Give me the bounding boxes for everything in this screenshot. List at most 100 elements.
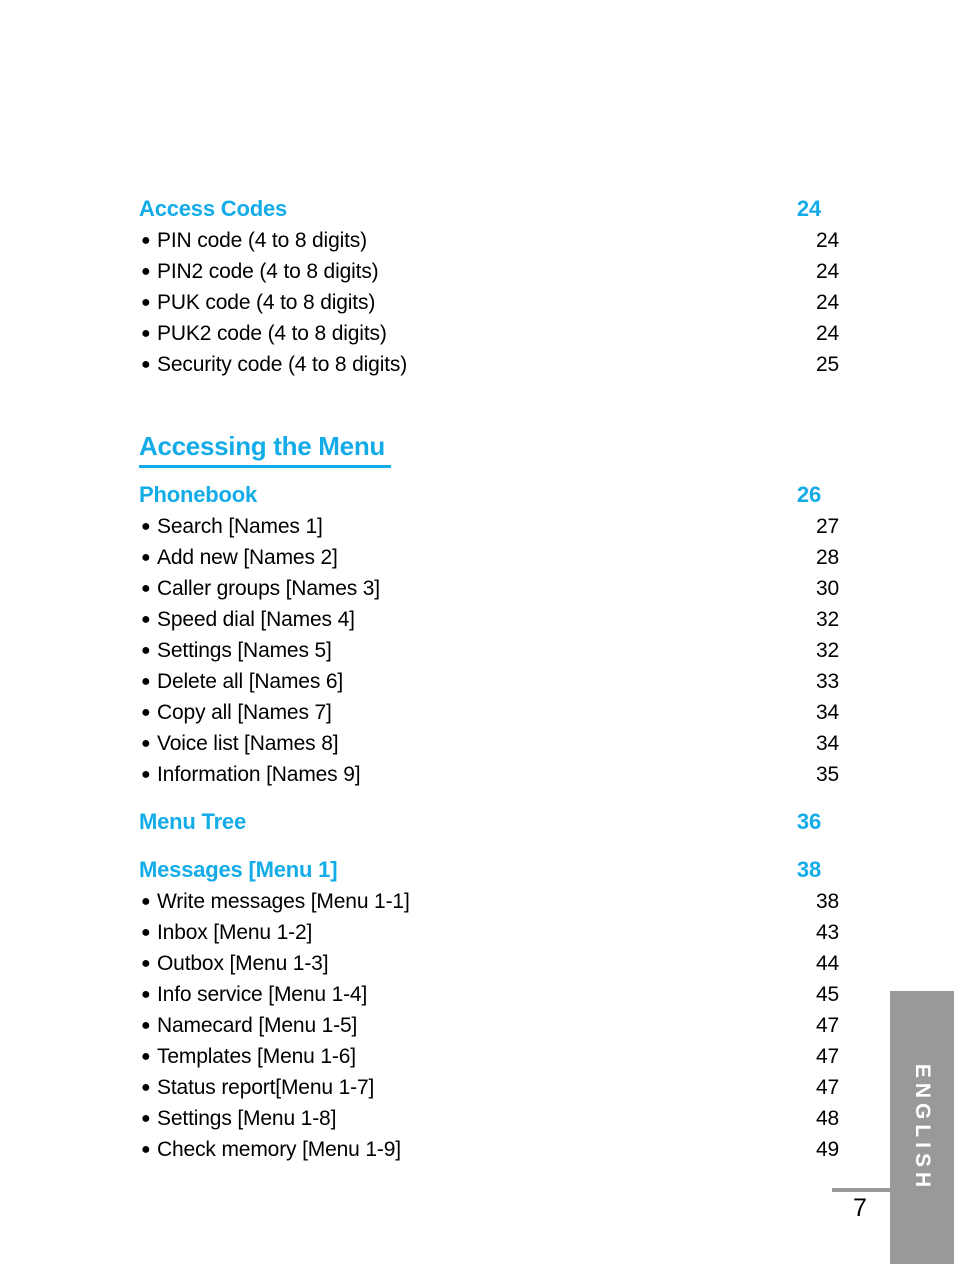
- toc-item-page: 27: [815, 515, 839, 538]
- toc-chapter-title: Phonebook: [139, 482, 257, 507]
- bullet-icon: ●: [141, 673, 151, 690]
- toc-item-label: Settings [Names 5]: [157, 639, 332, 662]
- toc-item-row[interactable]: ● Copy all [Names 7] 34: [139, 701, 839, 725]
- toc-item-row[interactable]: ● Check memory [Menu 1-9] 49: [139, 1138, 839, 1162]
- toc-item-row[interactable]: ● Delete all [Names 6] 33: [139, 670, 839, 694]
- toc-group: Access Codes 24 ● PIN code (4 to 8 digits) 2…: [139, 196, 839, 377]
- toc-group: Phonebook 26 ● Search [Names 1] 27 ● Add new […: [139, 482, 839, 787]
- bullet-icon: ●: [141, 580, 151, 597]
- bullet-icon: ●: [141, 924, 151, 941]
- toc-item-label: PUK code (4 to 8 digits): [157, 291, 376, 314]
- toc-item-label: Caller groups [Names 3]: [157, 577, 380, 600]
- bullet-icon: ●: [141, 766, 151, 783]
- toc-item-row[interactable]: ● Outbox [Menu 1-3] 44: [139, 952, 839, 976]
- table-of-contents: Access Codes 24 ● PIN code (4 to 8 digits) 2…: [139, 196, 839, 1162]
- dot-leader: [385, 277, 803, 278]
- toc-item-label: Search [Names 1]: [157, 515, 323, 538]
- bullet-icon: ●: [141, 1017, 151, 1034]
- toc-item-row[interactable]: ● Search [Names 1] 27: [139, 515, 839, 539]
- dot-leader: [334, 969, 803, 970]
- bullet-icon: ●: [141, 1110, 151, 1127]
- toc-item-row[interactable]: ● Status report[Menu 1-7] 47: [139, 1076, 839, 1100]
- toc-item-page: 30: [815, 577, 839, 600]
- language-tab: ENGLISH: [890, 991, 954, 1264]
- toc-item-label: Security code (4 to 8 digits): [157, 353, 408, 376]
- toc-item-page: 43: [815, 921, 839, 944]
- toc-section-title: Accessing the Menu: [139, 431, 391, 468]
- toc-item-page: 45: [815, 983, 839, 1006]
- toc-chapter-row[interactable]: Menu Tree 36: [139, 809, 821, 835]
- toc-item-page: 24: [815, 260, 839, 283]
- toc-item-row[interactable]: ● Speed dial [Names 4] 32: [139, 608, 839, 632]
- dot-leader: [338, 656, 803, 657]
- bullet-icon: ●: [141, 263, 151, 280]
- toc-item-row[interactable]: ● Security code (4 to 8 digits) 25: [139, 353, 839, 377]
- toc-item-page: 33: [815, 670, 839, 693]
- toc-item-row[interactable]: ● PIN code (4 to 8 digits) 24: [139, 229, 839, 253]
- toc-chapter-row[interactable]: Access Codes 24: [139, 196, 821, 222]
- bullet-icon: ●: [141, 325, 151, 342]
- toc-item-page: 32: [815, 639, 839, 662]
- dot-leader: [381, 308, 803, 309]
- dot-leader: [329, 532, 803, 533]
- toc-item-page: 47: [815, 1014, 839, 1037]
- bullet-icon: ●: [141, 1141, 151, 1158]
- toc-item-row[interactable]: ● Add new [Names 2] 28: [139, 546, 839, 570]
- toc-group: Menu Tree 36: [139, 809, 821, 835]
- dot-leader: [361, 625, 803, 626]
- toc-item-row[interactable]: ● Info service [Menu 1-4] 45: [139, 983, 839, 1007]
- bullet-icon: ●: [141, 642, 151, 659]
- dot-leader: [362, 1062, 803, 1063]
- dot-leader: [416, 907, 803, 908]
- toc-item-row[interactable]: ● Inbox [Menu 1-2] 43: [139, 921, 839, 945]
- toc-chapter-row[interactable]: Phonebook 26: [139, 482, 821, 508]
- toc-item-row[interactable]: ● Settings [Names 5] 32: [139, 639, 839, 663]
- toc-item-page: 47: [815, 1076, 839, 1099]
- toc-item-row[interactable]: ● Voice list [Names 8] 34: [139, 732, 839, 756]
- toc-chapter-page: 24: [796, 196, 821, 221]
- toc-item-page: 38: [815, 890, 839, 913]
- dot-leader: [343, 876, 785, 877]
- bullet-icon: ●: [141, 356, 151, 373]
- toc-item-label: PIN2 code (4 to 8 digits): [157, 260, 379, 283]
- bullet-icon: ●: [141, 704, 151, 721]
- toc-item-row[interactable]: ● Settings [Menu 1-8] 48: [139, 1107, 839, 1131]
- toc-item-page: 44: [815, 952, 839, 975]
- dot-leader: [263, 501, 785, 502]
- toc-item-row[interactable]: ● PUK code (4 to 8 digits) 24: [139, 291, 839, 315]
- bullet-icon: ●: [141, 735, 151, 752]
- dot-leader: [344, 563, 803, 564]
- bullet-icon: ●: [141, 518, 151, 535]
- dot-leader: [380, 1093, 803, 1094]
- toc-item-label: PIN code (4 to 8 digits): [157, 229, 367, 252]
- toc-item-page: 34: [815, 701, 839, 724]
- bullet-icon: ●: [141, 986, 151, 1003]
- toc-item-label: Outbox [Menu 1-3]: [157, 952, 329, 975]
- toc-item-row[interactable]: ● Templates [Menu 1-6] 47: [139, 1045, 839, 1069]
- toc-item-page: 48: [815, 1107, 839, 1130]
- toc-item-row[interactable]: ● Information [Names 9] 35: [139, 763, 839, 787]
- bullet-icon: ●: [141, 611, 151, 628]
- toc-item-row[interactable]: ● Namecard [Menu 1-5] 47: [139, 1014, 839, 1038]
- dot-leader: [349, 687, 803, 688]
- dot-leader: [252, 828, 785, 829]
- toc-chapter-row[interactable]: Messages [Menu 1] 38: [139, 857, 821, 883]
- toc-item-row[interactable]: ● PIN2 code (4 to 8 digits) 24: [139, 260, 839, 284]
- toc-group: Messages [Menu 1] 38 ● Write messages [Menu…: [139, 857, 839, 1162]
- toc-item-label: Add new [Names 2]: [157, 546, 338, 569]
- toc-item-row[interactable]: ● Caller groups [Names 3] 30: [139, 577, 839, 601]
- toc-item-row[interactable]: ● PUK2 code (4 to 8 digits) 24: [139, 322, 839, 346]
- footer-divider: [832, 1188, 894, 1192]
- dot-leader: [318, 938, 803, 939]
- toc-item-label: Inbox [Menu 1-2]: [157, 921, 313, 944]
- toc-section-heading: Accessing the Menu: [139, 431, 821, 468]
- toc-item-page: 25: [815, 353, 839, 376]
- toc-item-label: Info service [Menu 1-4]: [157, 983, 368, 1006]
- toc-item-page: 28: [815, 546, 839, 569]
- toc-item-page: 47: [815, 1045, 839, 1068]
- dot-leader: [413, 370, 803, 371]
- dot-leader: [366, 780, 803, 781]
- dot-leader: [342, 1124, 803, 1125]
- toc-item-row[interactable]: ● Write messages [Menu 1-1] 38: [139, 890, 839, 914]
- bullet-icon: ●: [141, 294, 151, 311]
